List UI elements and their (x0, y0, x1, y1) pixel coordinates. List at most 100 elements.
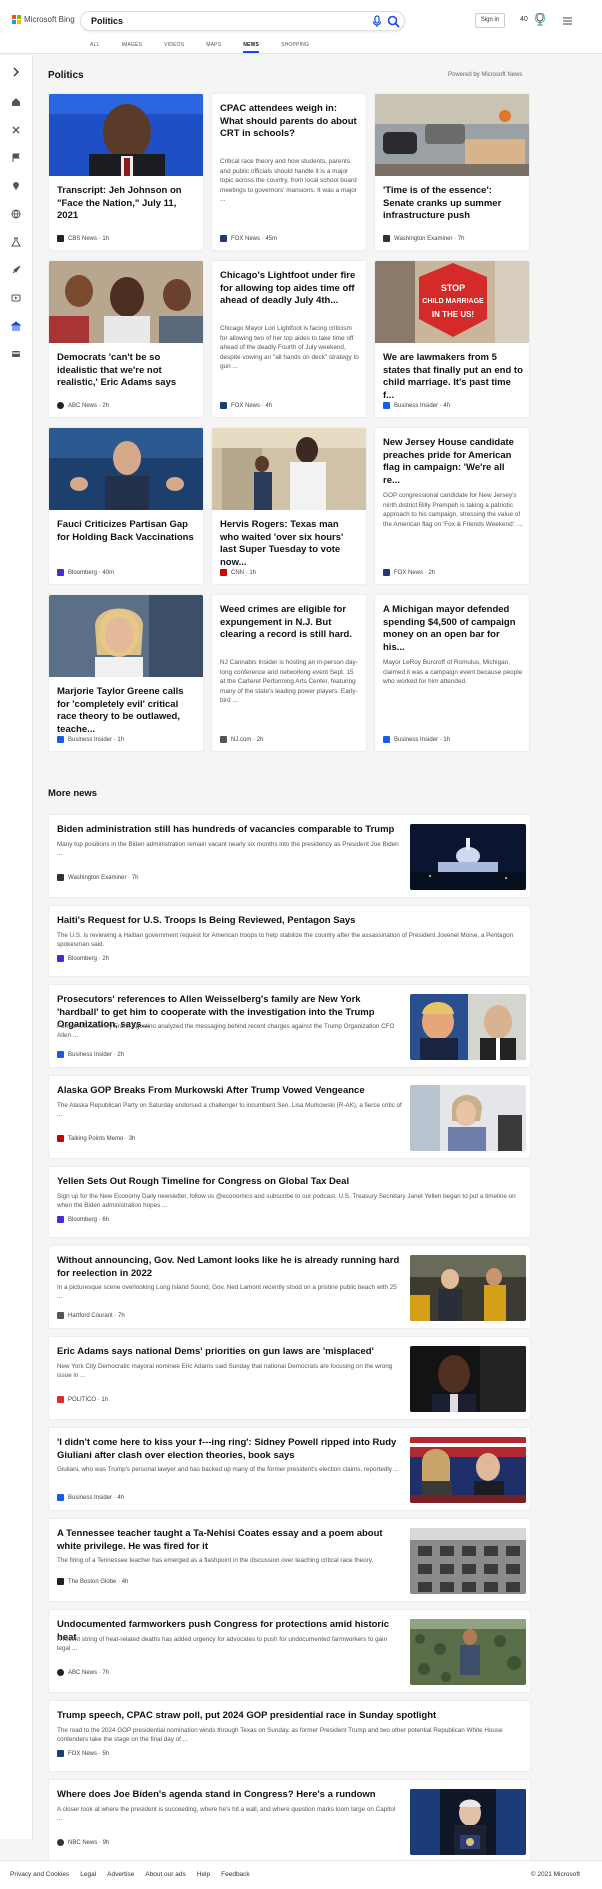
globe-icon[interactable] (11, 209, 21, 219)
microphone-icon[interactable] (371, 15, 383, 28)
sign-in-button[interactable]: Sign in (475, 13, 505, 28)
item-title[interactable]: A Tennessee teacher taught a Ta-Nehisi C… (57, 1528, 402, 1553)
card-description: NJ Cannabis Insider is hosting an in-per… (220, 659, 358, 704)
item-title[interactable]: Alaska GOP Breaks From Murkowski After T… (57, 1085, 402, 1098)
home-icon[interactable] (11, 97, 21, 107)
news-list-item[interactable]: Haiti's Request for U.S. Troops Is Being… (48, 905, 531, 977)
card-title[interactable]: Transcript: Jeh Johnson on "Face the Nat… (57, 185, 197, 223)
news-card[interactable]: Marjorie Taylor Greene calls for 'comple… (48, 594, 204, 752)
news-list-item[interactable]: Eric Adams says national Dems' prioritie… (48, 1336, 531, 1420)
item-title[interactable]: Without announcing, Gov. Ned Lamont look… (57, 1255, 402, 1280)
item-title[interactable]: 'I didn't come here to kiss your f---ing… (57, 1437, 402, 1462)
news-card[interactable]: Hervis Rogers: Texas man who waited 'ove… (211, 427, 367, 585)
search-input[interactable]: Politics (91, 16, 123, 26)
source-logo-icon (57, 1669, 64, 1676)
card-source: Bloomberg · 40m (57, 569, 114, 576)
search-box[interactable]: Politics (80, 11, 405, 31)
card-title[interactable]: Chicago's Lightfoot under fire for allow… (220, 270, 360, 308)
source-label: Bloomberg · 40m (68, 569, 115, 576)
source-label: Washington Examiner · 7h (394, 235, 465, 242)
video-icon[interactable] (11, 293, 21, 303)
news-list-item[interactable]: Trump speech, CPAC straw poll, put 2024 … (48, 1700, 531, 1772)
science-icon[interactable] (11, 237, 21, 247)
news-card[interactable]: A Michigan mayor defended spending $4,50… (374, 594, 530, 752)
news-card[interactable]: Democrats 'can't be so idealistic that w… (48, 260, 204, 418)
bing-logo[interactable]: Microsoft Bing (12, 15, 75, 24)
footer-link-legal[interactable]: Legal (80, 1871, 96, 1878)
item-description: The road to the 2024 GOP presidential no… (57, 1727, 503, 1744)
news-card[interactable]: New Jersey House candidate preaches prid… (374, 427, 530, 585)
footer-link-feedback[interactable]: Feedback (221, 1871, 250, 1878)
tools-icon[interactable] (11, 125, 21, 135)
menu-icon[interactable] (563, 17, 572, 25)
news-card[interactable]: Chicago's Lightfoot under fire for allow… (211, 260, 367, 418)
news-card[interactable]: CPAC attendees weigh in: What should par… (211, 93, 367, 251)
news-list-item[interactable]: Prosecutors' references to Allen Weissel… (48, 984, 531, 1068)
card-title[interactable]: A Michigan mayor defended spending $4,50… (383, 604, 523, 654)
news-list-item[interactable]: Where does Joe Biden's agenda stand in C… (48, 1779, 531, 1863)
item-description: The Alaska Republican Party on Saturday … (57, 1102, 402, 1119)
item-description: The firing of a Tennessee teacher has em… (57, 1557, 374, 1564)
card-title[interactable]: Weed crimes are eligible for expungement… (220, 604, 360, 642)
footer-link-privacy[interactable]: Privacy and Cookies (10, 1871, 69, 1878)
source-logo-icon (57, 1494, 64, 1501)
card-title[interactable]: Democrats 'can't be so idealistic that w… (57, 352, 197, 390)
rewards-trophy-icon[interactable] (534, 13, 546, 27)
card-source: Business Insider · 1h (57, 736, 124, 743)
card-title[interactable]: We are lawmakers from 5 states that fina… (383, 352, 523, 402)
news-list-item[interactable]: Alaska GOP Breaks From Murkowski After T… (48, 1075, 531, 1159)
tab-videos[interactable]: VIDEOS (164, 42, 184, 48)
tab-maps[interactable]: MAPS (206, 42, 221, 48)
news-card[interactable]: STOP CHILD MARRIAGE IN THE US! We are lawm… (374, 260, 530, 418)
news-list-item[interactable]: Yellen Sets Out Rough Timeline for Congr… (48, 1166, 531, 1238)
card-image: STOP CHILD MARRIAGE IN THE US! (375, 261, 529, 343)
footer-links: Privacy and Cookies Legal Advertise Abou… (10, 1871, 250, 1878)
rocket-icon[interactable] (11, 265, 21, 275)
item-title[interactable]: Yellen Sets Out Rough Timeline for Congr… (57, 1176, 522, 1189)
tab-news[interactable]: NEWS (243, 42, 259, 53)
item-title[interactable]: Eric Adams says national Dems' prioritie… (57, 1346, 402, 1359)
news-card[interactable]: Fauci Criticizes Partisan Gap for Holdin… (48, 427, 204, 585)
item-title[interactable]: Where does Joe Biden's agenda stand in C… (57, 1789, 402, 1802)
news-card[interactable]: Weed crimes are eligible for expungement… (211, 594, 367, 752)
rewards-count[interactable]: 40 (520, 16, 528, 23)
location-icon[interactable] (11, 181, 21, 191)
item-source: NBC News · 9h (57, 1839, 109, 1846)
news-list-item[interactable]: Undocumented farmworkers push Congress f… (48, 1609, 531, 1693)
flag-icon[interactable] (11, 153, 21, 163)
card-title[interactable]: CPAC attendees weigh in: What should par… (220, 103, 360, 141)
item-source: ABC News · 7h (57, 1669, 109, 1676)
bank-icon[interactable] (11, 321, 21, 331)
item-title[interactable]: Trump speech, CPAC straw poll, put 2024 … (57, 1710, 522, 1723)
card-title[interactable]: 'Time is of the essence': Senate cranks … (383, 185, 523, 223)
card-title[interactable]: Hervis Rogers: Texas man who waited 'ove… (220, 519, 360, 569)
news-card[interactable]: 'Time is of the essence': Senate cranks … (374, 93, 530, 251)
card-title[interactable]: Marjorie Taylor Greene calls for 'comple… (57, 686, 197, 736)
card-title[interactable]: New Jersey House candidate preaches prid… (383, 437, 523, 487)
footer-link-advertise[interactable]: Advertise (107, 1871, 134, 1878)
footer: Privacy and Cookies Legal Advertise Abou… (0, 1860, 602, 1889)
copyright: © 2021 Microsoft (530, 1871, 580, 1878)
source-label: The Boston Globe · 4h (68, 1578, 129, 1585)
item-title[interactable]: Biden administration still has hundreds … (57, 824, 402, 837)
news-card[interactable]: Transcript: Jeh Johnson on "Face the Nat… (48, 93, 204, 251)
news-list-item[interactable]: 'I didn't come here to kiss your f---ing… (48, 1427, 531, 1511)
card-source: CBS News · 1h (57, 235, 109, 242)
search-icon[interactable] (387, 15, 400, 28)
expand-arrow-icon[interactable] (11, 67, 21, 77)
header-bar: Microsoft Bing Politics Sign in 40 ALL I… (0, 0, 602, 54)
powered-by-label: Powered by Microsoft News (448, 72, 523, 78)
tab-shopping[interactable]: SHOPPING (281, 42, 309, 48)
source-label: Hartford Courant · 7h (68, 1312, 125, 1319)
tab-all[interactable]: ALL (90, 42, 100, 48)
footer-link-about-ads[interactable]: About our ads (145, 1871, 185, 1878)
tab-images[interactable]: IMAGES (122, 42, 143, 48)
card-title[interactable]: Fauci Criticizes Partisan Gap for Holdin… (57, 519, 197, 544)
news-list-item[interactable]: Biden administration still has hundreds … (48, 814, 531, 898)
source-logo-icon (383, 402, 390, 409)
card-icon[interactable] (11, 349, 21, 359)
footer-link-help[interactable]: Help (197, 1871, 210, 1878)
news-list-item[interactable]: Without announcing, Gov. Ned Lamont look… (48, 1245, 531, 1329)
item-title[interactable]: Haiti's Request for U.S. Troops Is Being… (57, 915, 522, 928)
news-list-item[interactable]: A Tennessee teacher taught a Ta-Nehisi C… (48, 1518, 531, 1602)
